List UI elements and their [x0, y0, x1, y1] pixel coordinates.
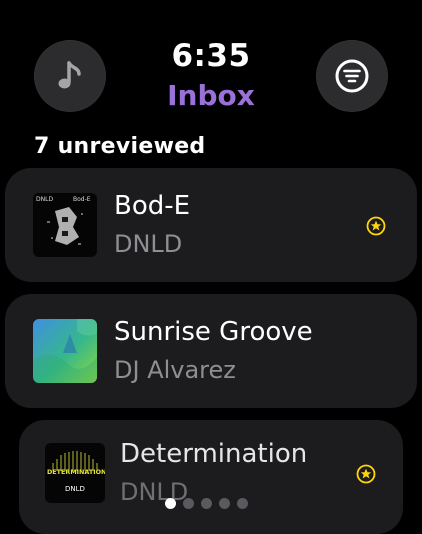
track-card-bod-e[interactable]: DNLD Bod-E Bod-E DNLD [5, 168, 417, 282]
track-card-sunrise-groove[interactable]: Sunrise Groove DJ Alvarez [5, 294, 417, 408]
track-artist: DNLD [114, 230, 183, 258]
page-dot[interactable] [183, 498, 194, 509]
track-artist: DJ Alvarez [114, 356, 236, 384]
art-text-bod-e: Bod-E [73, 196, 91, 203]
unreviewed-count-label: 7 unreviewed [34, 134, 206, 159]
page-dot[interactable] [201, 498, 212, 509]
track-title: Sunrise Groove [114, 317, 313, 347]
starred-badge-icon [356, 464, 376, 484]
page-dot[interactable] [219, 498, 230, 509]
track-title: Determination [120, 439, 308, 469]
album-art [33, 319, 97, 383]
header: 6:35 Inbox [0, 0, 422, 130]
filter-lines-icon [335, 59, 369, 93]
filter-button[interactable] [316, 40, 388, 112]
track-title: Bod-E [114, 191, 191, 221]
art-text-dnld: DNLD [36, 196, 53, 203]
starred-badge-icon [366, 216, 386, 236]
album-art: DNLD Bod-E [33, 193, 97, 257]
art-text-dnld: DNLD [65, 485, 85, 493]
page-dot[interactable] [237, 498, 248, 509]
page-indicator[interactable] [165, 498, 248, 509]
track-card-determination[interactable]: DETERMINATION DNLD Determination DNLD [19, 420, 403, 534]
art-text-determination: DETERMINATION [47, 468, 105, 476]
album-art: DETERMINATION DNLD [45, 443, 105, 503]
page-dot-active[interactable] [165, 498, 176, 509]
